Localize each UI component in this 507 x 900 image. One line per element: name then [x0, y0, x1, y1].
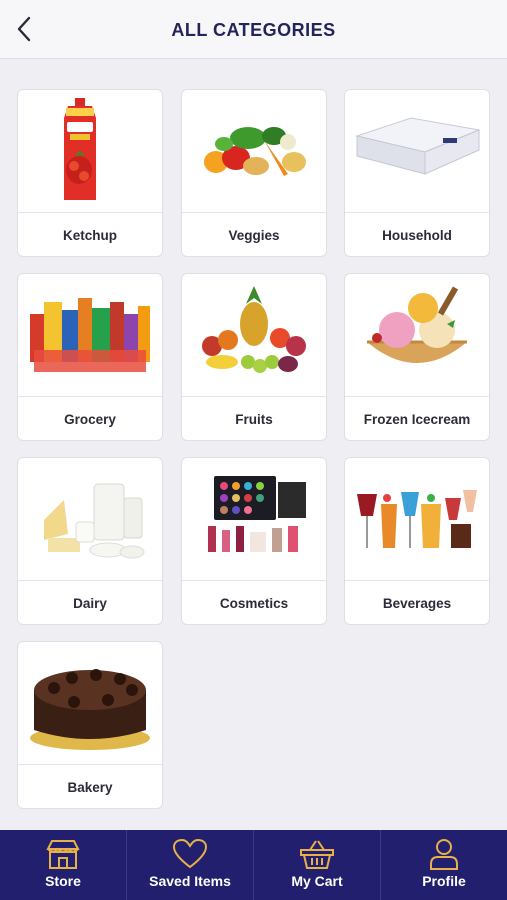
tab-label: Saved Items: [149, 873, 231, 889]
category-card-fruits[interactable]: Fruits: [181, 273, 327, 441]
category-grid: Ketchup Veggies Household Grocery Fruits…: [0, 0, 507, 830]
category-label: Cosmetics: [219, 596, 289, 611]
ketchup-pouch-image: [18, 90, 162, 212]
mattress-image: [345, 90, 489, 212]
category-label: Dairy: [73, 596, 107, 611]
tab-saved-items[interactable]: Saved Items: [126, 830, 253, 900]
category-card-dairy[interactable]: Dairy: [17, 457, 163, 625]
category-label: Beverages: [382, 596, 452, 611]
tab-my-cart[interactable]: My Cart: [253, 830, 380, 900]
category-card-veggies[interactable]: Veggies: [181, 89, 327, 257]
beverage-glasses-image: [345, 458, 489, 580]
category-card-frozen-icecream[interactable]: Frozen Icecream: [344, 273, 490, 441]
category-label: Frozen Icecream: [363, 412, 471, 427]
tab-label: My Cart: [291, 873, 343, 889]
heart-icon: [172, 838, 208, 869]
tab-label: Store: [45, 873, 81, 889]
category-card-ketchup[interactable]: Ketchup: [17, 89, 163, 257]
category-label: Fruits: [235, 412, 273, 427]
category-card-cosmetics[interactable]: Cosmetics: [181, 457, 327, 625]
category-label: Veggies: [228, 228, 280, 243]
category-label: Household: [382, 228, 452, 243]
tab-store[interactable]: Store: [0, 830, 126, 900]
tab-profile[interactable]: Profile: [380, 830, 507, 900]
category-card-grocery[interactable]: Grocery: [17, 273, 163, 441]
tab-label: Profile: [422, 873, 466, 889]
chocolate-cake-image: [18, 642, 162, 764]
category-card-household[interactable]: Household: [344, 89, 490, 257]
store-icon: [46, 840, 80, 869]
fruits-image: [182, 274, 326, 396]
category-label: Grocery: [64, 412, 116, 427]
icecream-bowl-image: [345, 274, 489, 396]
vegetables-image: [182, 90, 326, 212]
cosmetics-image: [182, 458, 326, 580]
category-card-bakery[interactable]: Bakery: [17, 641, 163, 809]
category-card-beverages[interactable]: Beverages: [344, 457, 490, 625]
person-icon: [430, 839, 458, 870]
dairy-products-image: [18, 458, 162, 580]
bottom-tab-bar: Store Saved Items My Cart Profile: [0, 830, 507, 900]
category-label: Bakery: [67, 780, 113, 795]
basket-icon: [300, 840, 334, 869]
grocery-products-image: [18, 274, 162, 396]
category-label: Ketchup: [63, 228, 117, 243]
